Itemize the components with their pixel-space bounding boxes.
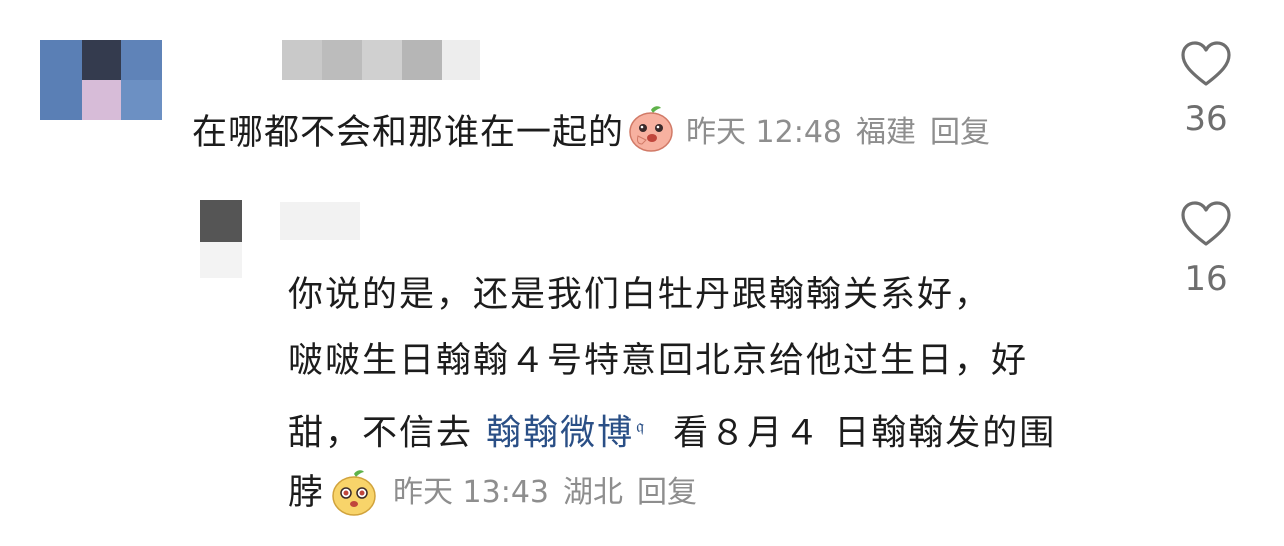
comment-meta: 昨天 12:48 福建	[686, 107, 930, 151]
yellow-face-emoji-icon	[329, 468, 379, 518]
search-icon[interactable]: 𝔮	[636, 416, 646, 437]
comment-time: 昨天 12:48	[686, 115, 843, 150]
heart-icon[interactable]	[1180, 40, 1232, 88]
reply-text-line: 啵啵生日翰翰４号特意回北京给他过生日，好	[288, 341, 1029, 381]
reply-button[interactable]: 回复	[930, 107, 990, 151]
reply-text-line: 脖 昨天 13:43 湖北 回复	[288, 460, 1148, 526]
reply-button[interactable]: 回复	[637, 460, 697, 526]
username-blurred[interactable]	[282, 40, 480, 80]
reply-comment: 你说的是，还是我们白牡丹跟翰翰关系好， 啵啵生日翰翰４号特意回北京给他过生日，好…	[288, 262, 1148, 526]
like-control[interactable]: 36	[1176, 40, 1236, 136]
heart-icon[interactable]	[1180, 200, 1232, 248]
username-blurred[interactable]	[280, 202, 360, 240]
reply-text-fragment: 脖	[288, 473, 326, 513]
reply-text-line: 你说的是，还是我们白牡丹跟翰翰关系好，	[288, 275, 992, 315]
reply-text-line: 甜，不信去 翰翰微博 𝔮 看８月４ 日翰翰发的围	[288, 394, 1148, 460]
like-count: 16	[1184, 259, 1228, 299]
weibo-link[interactable]: 翰翰微博	[486, 414, 634, 454]
reply-text-fragment: 看８月４ 日翰翰发的围	[660, 413, 1057, 454]
reply-time: 昨天 13:43	[393, 475, 550, 510]
avatar-shadow	[200, 242, 242, 278]
like-count: 36	[1184, 99, 1228, 139]
reply-text-fragment: 甜，不信去	[288, 413, 487, 454]
avatar[interactable]	[200, 200, 242, 242]
peach-face-emoji-icon	[626, 104, 676, 154]
like-control[interactable]: 16	[1176, 200, 1236, 296]
comment-text: 在哪都不会和那谁在一起的	[192, 112, 625, 153]
comment-location: 福建	[856, 115, 917, 150]
comment-row: 在哪都不会和那谁在一起的 昨天 12:48 福建 回复	[192, 104, 990, 154]
reply-location: 湖北	[563, 475, 624, 510]
avatar[interactable]	[40, 40, 162, 120]
